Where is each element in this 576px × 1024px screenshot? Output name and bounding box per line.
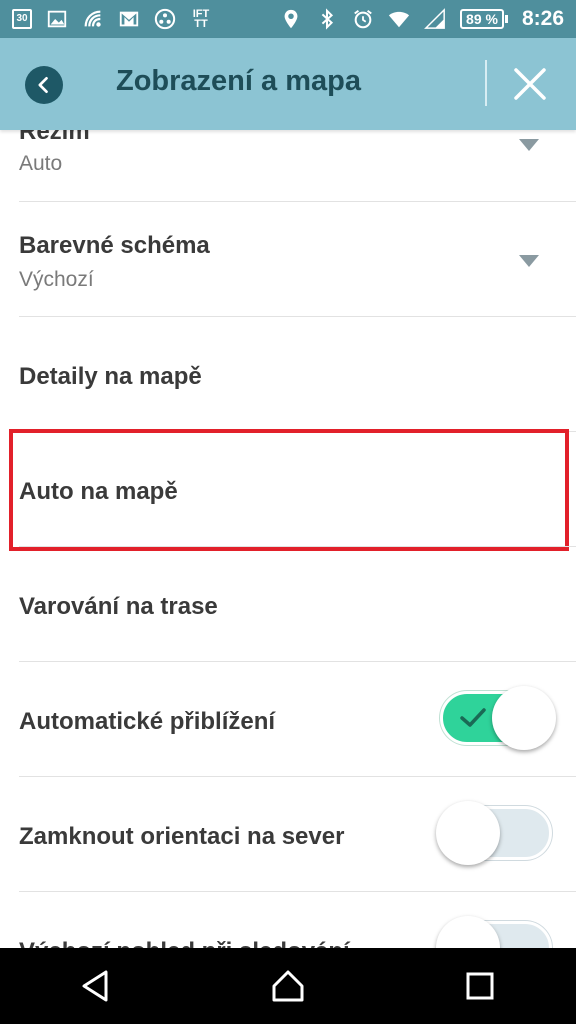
setting-mode-value: Auto [19,152,63,175]
location-icon [280,8,302,30]
home-icon [272,970,304,1002]
close-button[interactable] [510,64,550,104]
status-left: 30 IFT TT [12,8,212,30]
recents-square-icon [466,972,494,1000]
signal-icon [424,8,446,30]
settings-list: Režim Auto Barevné schéma Výchozí Detail… [0,130,576,948]
wifi-calling-icon [82,8,104,30]
app-header: Zobrazení a mapa [0,38,576,130]
status-bar: 30 IFT TT 89 % 8:26 [0,0,576,38]
setting-map-details[interactable]: Detaily na mapě [0,317,576,432]
page-title: Zobrazení a mapa [116,65,361,97]
setting-map-details-title: Detaily na mapě [19,363,202,390]
dropdown-arrow-icon [518,254,540,268]
nav-recents-button[interactable] [456,962,504,1010]
ifttt-icon: IFT TT [192,8,210,30]
auto-zoom-toggle[interactable] [438,686,556,752]
setting-partial-last-title: Výchozí pohled při sledování [19,938,350,948]
battery-level: 89 % [460,9,504,29]
setting-color-scheme[interactable]: Barevné schéma Výchozí [0,202,576,317]
setting-auto-zoom-title: Automatické přiblížení [19,708,276,735]
bluetooth-icon [316,8,338,30]
setting-route-warnings-title: Varování na trase [19,593,218,620]
wifi-icon [388,8,410,30]
calendar-icon: 30 [12,9,32,29]
setting-lock-north: Zamknout orientaci na sever [0,777,576,892]
setting-color-scheme-value: Výchozí [19,268,94,291]
chevron-left-icon [38,77,48,93]
check-icon [460,708,486,727]
setting-color-scheme-title: Barevné schéma [19,232,210,259]
calendar-day: 30 [16,13,28,24]
close-icon [514,68,546,100]
setting-route-warnings[interactable]: Varování na trase [0,547,576,662]
toggle-knob [492,686,556,750]
app-icon [154,8,176,30]
partial-last-toggle[interactable] [436,916,556,948]
image-icon [46,8,68,30]
battery-tip [504,15,508,23]
back-triangle-icon [82,970,108,1002]
nav-home-button[interactable] [264,962,312,1010]
battery-icon: 89 % [460,9,508,29]
alarm-icon [352,8,374,30]
status-clock: 8:26 [521,7,564,30]
highlight-box [9,429,569,551]
setting-auto-zoom: Automatické přiblížení [0,662,576,777]
toggle-knob [436,801,500,865]
status-right: 89 % 8:26 [280,7,564,31]
lock-north-toggle[interactable] [436,801,556,867]
setting-partial-last: Výchozí pohled při sledování [0,892,576,948]
back-button[interactable] [25,66,63,104]
gmail-icon [118,8,140,30]
nav-bar [0,948,576,1024]
header-divider [485,60,487,106]
nav-back-button[interactable] [72,962,120,1010]
setting-mode[interactable]: Režim Auto [0,130,576,201]
setting-lock-north-title: Zamknout orientaci na sever [19,823,345,850]
dropdown-arrow-icon [518,138,540,152]
setting-mode-title: Režim [19,130,90,145]
